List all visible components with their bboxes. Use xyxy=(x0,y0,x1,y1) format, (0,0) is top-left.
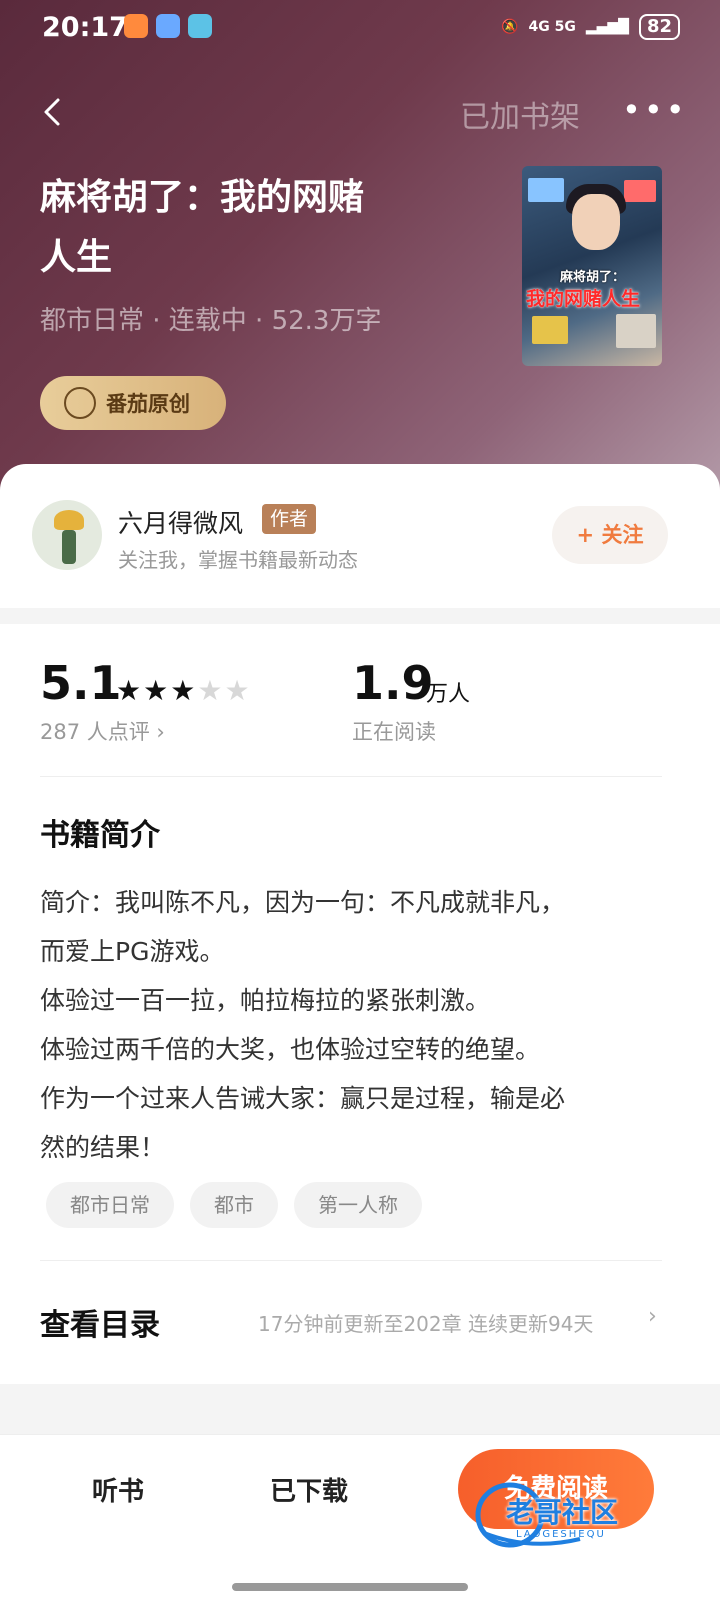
readers-count: 1.9 xyxy=(352,656,434,710)
status-right: 🔕 4G 5G ▂▄▆█ 82 xyxy=(501,14,680,40)
divider xyxy=(40,1260,662,1261)
toc-update-info[interactable]: 17分钟前更新至202章 连续更新94天 xyxy=(258,1308,593,1337)
watermark-text: 老哥社区 xyxy=(506,1496,619,1529)
toc-title[interactable]: 查看目录 xyxy=(40,1300,160,1344)
synopsis-title: 书籍简介 xyxy=(40,818,160,853)
synopsis-line: 作为一个过来人告诫大家：赢只是过程，输是必 xyxy=(40,1084,566,1113)
star-empty-icon: ★ xyxy=(197,674,225,707)
battery-level: 82 xyxy=(638,14,680,40)
reviews-link[interactable]: 287 人点评 › xyxy=(40,716,165,746)
synopsis-line: 而爱上PG游戏。 xyxy=(40,937,225,966)
book-meta: 都市日常 · 连载中 · 52.3万字 xyxy=(40,306,382,336)
synopsis-line: 体验过一百一拉，帕拉梅拉的紧张刺激。 xyxy=(40,986,491,1015)
star-icon: ★ xyxy=(170,674,198,707)
weather-icon xyxy=(156,14,180,38)
star-icon: ★ xyxy=(116,674,144,707)
rating-score: 5.1 xyxy=(40,656,122,710)
shelf-status-button[interactable]: 已加书架 xyxy=(460,92,580,136)
author-tag: 作者 xyxy=(262,504,317,534)
book-cover[interactable]: 麻将胡了： 我的网赌人生 xyxy=(522,166,662,366)
watermark-subtext: LAOGESHEQU xyxy=(516,1529,606,1540)
author-desc: 关注我，掌握书籍最新动态 xyxy=(118,548,358,572)
listen-button[interactable]: 听书 xyxy=(92,1471,144,1508)
avatar-flower xyxy=(54,510,84,530)
tag-list: 都市日常 都市 第一人称 xyxy=(46,1182,422,1228)
readers-unit: 万人 xyxy=(426,682,471,707)
home-indicator[interactable] xyxy=(232,1583,468,1591)
network-label: 4G 5G xyxy=(528,19,576,35)
tag-chip[interactable]: 都市日常 xyxy=(46,1182,174,1228)
cover-face xyxy=(572,194,620,250)
book-header: 20:17 🔕 4G 5G ▂▄▆█ 82 已加书架 ••• 麻将胡了：我的网赌… xyxy=(0,0,720,500)
tag-chip[interactable]: 都市 xyxy=(190,1182,278,1228)
readers-label: 正在阅读 xyxy=(352,720,436,744)
cover-monitor xyxy=(624,180,656,202)
bottom-action-bar: 听书 已下载 免费阅读 老哥社区 LAOGESHEQU xyxy=(0,1434,720,1613)
chevron-right-icon[interactable]: › xyxy=(648,1304,657,1329)
tag-chip[interactable]: 第一人称 xyxy=(294,1182,422,1228)
star-empty-icon: ★ xyxy=(224,674,252,707)
author-name[interactable]: 六月得微风 xyxy=(118,504,243,540)
badge-label: 番茄原创 xyxy=(106,392,190,416)
follow-button[interactable]: + 关注 xyxy=(552,506,668,564)
downloaded-button[interactable]: 已下载 xyxy=(270,1471,348,1508)
avatar-stem xyxy=(62,530,76,564)
status-bar: 20:17 🔕 4G 5G ▂▄▆█ 82 xyxy=(0,0,720,56)
book-title: 麻将胡了：我的网赌 人生 xyxy=(40,177,365,278)
cover-monitor xyxy=(528,178,564,202)
synopsis-text[interactable]: 简介：我叫陈不凡，因为一句：不凡成就非凡， 而爱上PG游戏。 体验过一百一拉，帕… xyxy=(40,878,670,1172)
synopsis-line: 然的结果！ xyxy=(40,1133,166,1162)
status-time: 20:17 xyxy=(42,12,128,43)
star-icon: ★ xyxy=(143,674,171,707)
back-icon[interactable] xyxy=(38,96,70,128)
cover-title-small: 麻将胡了： xyxy=(560,270,626,285)
app-notification-icon xyxy=(124,14,148,38)
mute-icon: 🔕 xyxy=(501,19,519,35)
synopsis-line: 简介：我叫陈不凡，因为一句：不凡成就非凡， xyxy=(40,888,566,917)
cover-desk xyxy=(616,314,656,348)
divider xyxy=(40,776,662,777)
cover-keyboard xyxy=(532,316,568,344)
book-info-card: 5.1 ★★★★★ 287 人点评 › 1.9 万人 正在阅读 书籍简介 简介：… xyxy=(0,624,720,1384)
signal-icon: ▂▄▆█ xyxy=(585,19,629,35)
more-dots-icon[interactable]: ••• xyxy=(622,94,688,126)
badge-icon xyxy=(64,387,96,419)
reader-app-icon xyxy=(188,14,212,38)
author-section: 六月得微风 作者 关注我，掌握书籍最新动态 + 关注 xyxy=(0,464,720,608)
synopsis-line: 体验过两千倍的大奖，也体验过空转的绝望。 xyxy=(40,1035,541,1064)
author-avatar[interactable] xyxy=(32,500,102,570)
cover-title-large: 我的网赌人生 xyxy=(526,288,641,310)
original-badge[interactable]: 番茄原创 xyxy=(40,376,226,430)
rating-stars: ★★★★★ xyxy=(116,674,252,707)
